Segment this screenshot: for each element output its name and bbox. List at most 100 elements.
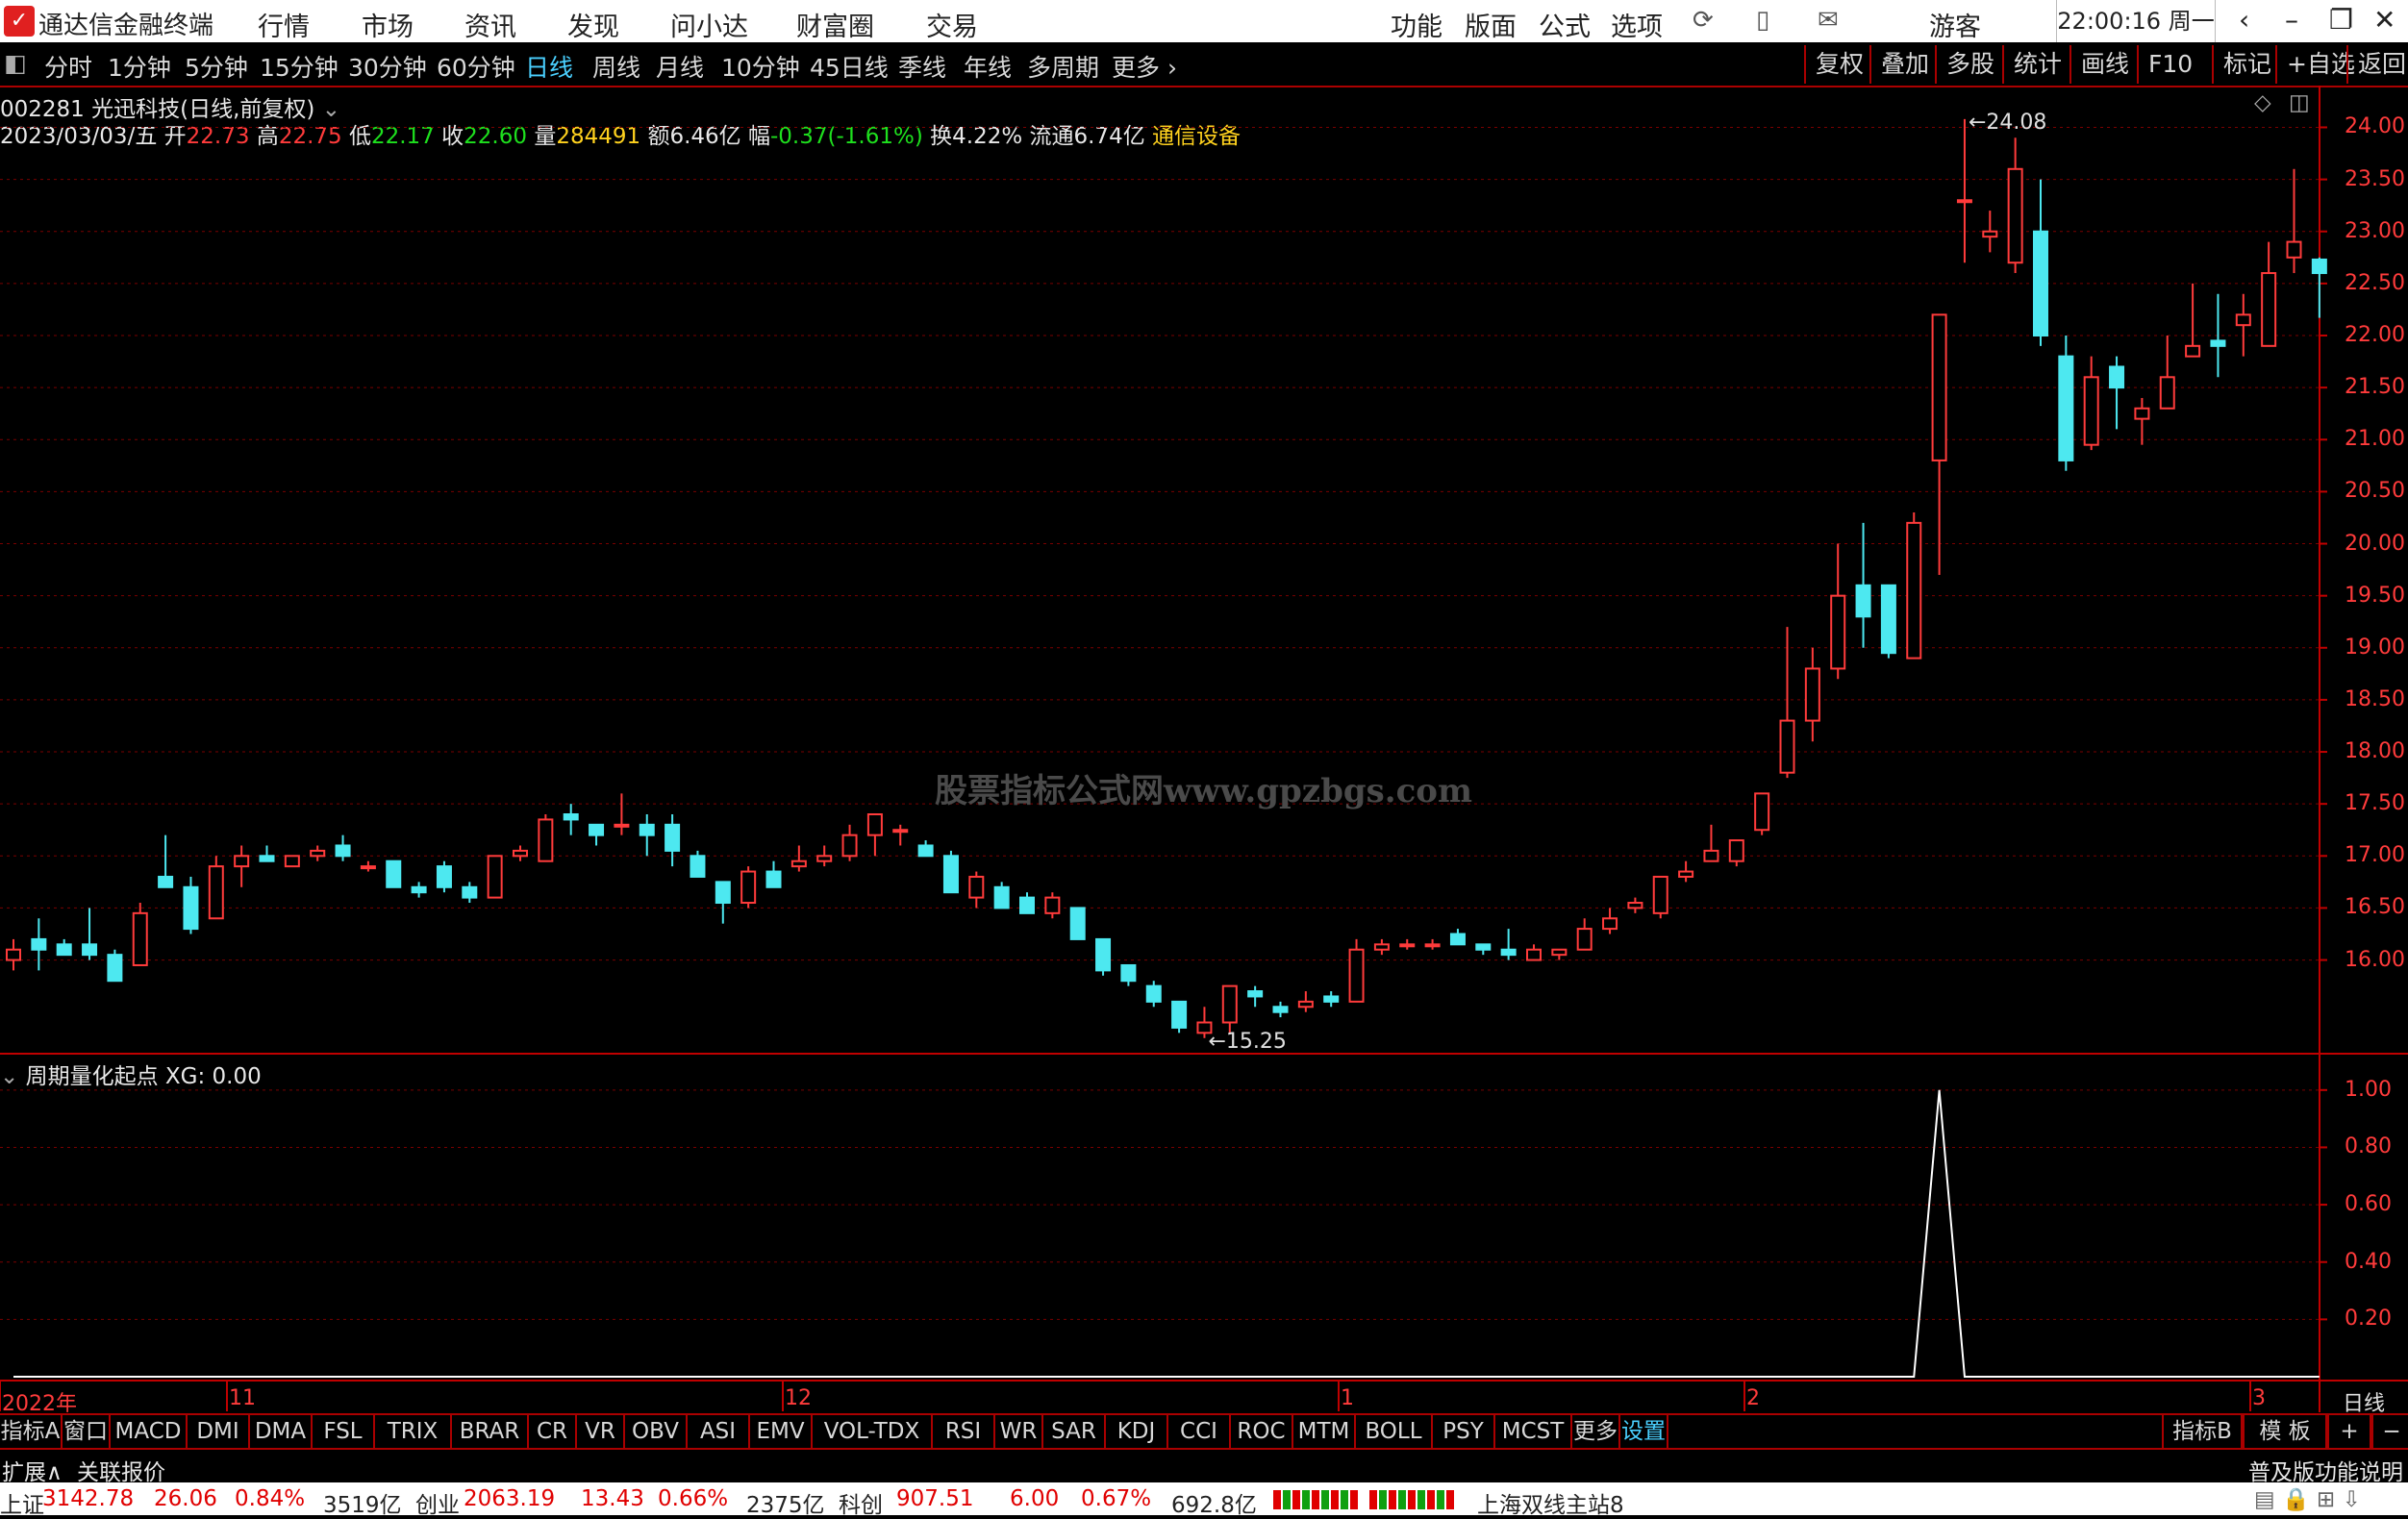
menu-hangqing[interactable]: 行情 [258, 6, 310, 43]
indicator-value: XG: 0.00 [164, 1064, 262, 1089]
indicator-tab[interactable]: CR [529, 1415, 577, 1448]
indicator-tab[interactable]: WR [995, 1415, 1043, 1448]
indicator-tab[interactable]: DMI [188, 1415, 250, 1448]
y-tick-label: 16.00 [2345, 947, 2405, 972]
period-monthly[interactable]: 月线 [656, 49, 704, 84]
indicator-tab[interactable]: 设置 [1620, 1415, 1668, 1448]
btn-fanhui[interactable]: 返回 [2346, 45, 2406, 84]
period-15min[interactable]: 15分钟 [260, 49, 339, 84]
minimize-icon[interactable]: – [2285, 4, 2298, 36]
indicator-tab[interactable]: EMV [750, 1415, 813, 1448]
indicator-tab[interactable]: DMA [250, 1415, 313, 1448]
tabs-right-button[interactable]: 指标B [2162, 1415, 2243, 1448]
btn-biaoji[interactable]: 标记 [2212, 45, 2271, 84]
btn-zixuan[interactable]: +自选 [2275, 45, 2355, 84]
indicator-tab[interactable]: VR [577, 1415, 625, 1448]
menu-xuanxiang[interactable]: 选项 [1611, 6, 1663, 43]
mail-icon[interactable]: ✉ [1818, 6, 1839, 35]
btn-duogu[interactable]: 多股 [1935, 45, 1994, 84]
indicator-tab[interactable]: MTM [1293, 1415, 1356, 1448]
btn-diejia[interactable]: 叠加 [1869, 45, 1929, 84]
period-fenshi[interactable]: 分时 [44, 49, 92, 84]
indicator-collapse-icon[interactable]: ⌄ [0, 1064, 18, 1089]
tabs-right-button[interactable]: + [2327, 1415, 2371, 1448]
indicator-tab[interactable]: MCST [1495, 1415, 1572, 1448]
panel-toggle-icon[interactable]: ◧ [4, 49, 27, 77]
period-30min[interactable]: 30分钟 [348, 49, 427, 84]
edition-info-button[interactable]: 普及版功能说明 [2248, 1454, 2403, 1486]
menu-wenxiaoda[interactable]: 问小达 [670, 6, 748, 43]
indicator-tab[interactable]: SAR [1043, 1415, 1106, 1448]
sub-y-tick-label: 0.80 [2345, 1134, 2392, 1159]
indicator-tab[interactable]: MACD [111, 1415, 188, 1448]
indicator-tab[interactable]: ASI [688, 1415, 750, 1448]
candle-body [968, 875, 985, 899]
expand-button[interactable]: 扩展∧ [2, 1454, 63, 1486]
indicator-tab[interactable]: 更多 [1572, 1415, 1620, 1448]
tray-icons[interactable]: ▤ 🔒 ⊞ ⇩ [2254, 1486, 2361, 1512]
related-quotes-button[interactable]: 关联报价 [77, 1454, 165, 1486]
close-icon[interactable]: ✕ [2373, 4, 2395, 36]
period-weekly[interactable]: 周线 [592, 49, 640, 84]
user-label[interactable]: 游客 [1929, 6, 1981, 43]
candle-body [56, 943, 72, 957]
indicator-tab[interactable]: 窗口 [63, 1415, 111, 1448]
indicator-tab[interactable]: KDJ [1106, 1415, 1168, 1448]
indicator-tab[interactable]: FSL [313, 1415, 375, 1448]
menu-zixun[interactable]: 资讯 [464, 6, 516, 43]
btn-fuquan[interactable]: 复权 [1804, 45, 1864, 84]
indicator-tab[interactable]: OBV [625, 1415, 688, 1448]
candle-body [2033, 230, 2048, 337]
indicator-tab[interactable]: 指标A [0, 1415, 63, 1448]
tabs-right-button[interactable]: − [2371, 1415, 2408, 1448]
period-1min[interactable]: 1分钟 [108, 49, 171, 84]
period-5min[interactable]: 5分钟 [185, 49, 248, 84]
menu-caifuquan[interactable]: 财富圈 [796, 6, 874, 43]
server-label[interactable]: 上海双线主站8 [1477, 1486, 1624, 1519]
y-tick-label: 20.00 [2345, 531, 2405, 556]
kc-label[interactable]: 科创 [839, 1486, 883, 1519]
candle-body [6, 948, 21, 961]
period-multi[interactable]: 多周期 [1027, 49, 1099, 84]
candle-body [690, 855, 706, 878]
period-10min[interactable]: 10分钟 [721, 49, 800, 84]
period-45day[interactable]: 45日线 [810, 49, 889, 84]
indicator-tab[interactable]: CCI [1168, 1415, 1231, 1448]
tabs-right-button[interactable]: 模 板 [2243, 1415, 2327, 1448]
indicator-tab[interactable]: BRAR [452, 1415, 529, 1448]
period-60min[interactable]: 60分钟 [437, 49, 515, 84]
phone-icon[interactable]: ▯ [1756, 6, 1769, 35]
period-more[interactable]: 更多 › [1112, 49, 1177, 84]
menu-faxian[interactable]: 发现 [567, 6, 619, 43]
restore-icon[interactable]: ❐ [2329, 4, 2353, 36]
indicator-title[interactable]: 周期量化起点 [26, 1064, 159, 1089]
menu-jiaoyi[interactable]: 交易 [926, 6, 978, 43]
indicator-tab[interactable]: TRIX [375, 1415, 452, 1448]
sh-label[interactable]: 上证 [0, 1486, 44, 1519]
back-icon[interactable]: ‹ [2239, 4, 2249, 36]
refresh-icon[interactable]: ⟳ [1693, 6, 1714, 35]
btn-huaxian[interactable]: 画线 [2069, 45, 2129, 84]
period-year[interactable]: 年线 [964, 49, 1012, 84]
indicator-tab[interactable]: PSY [1433, 1415, 1495, 1448]
indicator-tab[interactable]: ROC [1231, 1415, 1293, 1448]
btn-f10[interactable]: F10 [2137, 45, 2193, 84]
indicator-tab[interactable]: VOL-TDX [813, 1415, 933, 1448]
menu-shichang[interactable]: 市场 [362, 6, 414, 43]
y-tick-label: 21.50 [2345, 375, 2405, 400]
kline-chart[interactable]: ←24.08 ←15.25 [0, 86, 2408, 1412]
menu-banmian[interactable]: 版面 [1465, 6, 1517, 43]
cy-label[interactable]: 创业 [415, 1486, 460, 1519]
candle-body [1754, 792, 1770, 832]
y-tick-label: 20.50 [2345, 479, 2405, 504]
btn-tongji[interactable]: 统计 [2002, 45, 2062, 84]
sub-y-tick-label: 0.40 [2345, 1249, 2392, 1274]
menu-gongneng[interactable]: 功能 [1391, 6, 1442, 43]
indicator-tab[interactable]: RSI [933, 1415, 995, 1448]
period-daily[interactable]: 日线 [525, 49, 573, 84]
market-breadth-bar [1273, 1490, 1360, 1509]
indicator-tab[interactable]: BOLL [1356, 1415, 1433, 1448]
kc-change: 6.00 [1010, 1486, 1060, 1511]
period-season[interactable]: 季线 [898, 49, 946, 84]
menu-gongshi[interactable]: 公式 [1539, 6, 1591, 43]
